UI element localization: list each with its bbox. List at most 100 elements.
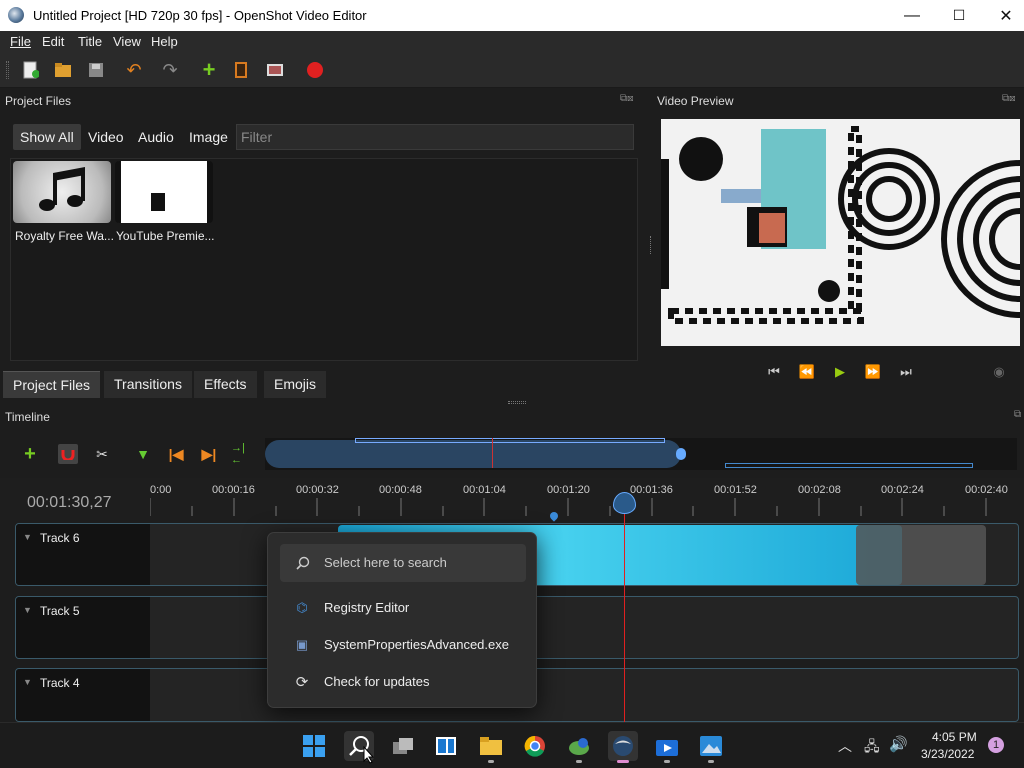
result-label: Registry Editor [324, 600, 410, 615]
file-label-audio: Royalty Free Wa... [15, 229, 114, 243]
menu-edit[interactable]: Edit [42, 34, 64, 49]
menu-bar: File Edit Title View Help [0, 31, 1024, 52]
network-icon[interactable]: 🖧 [864, 736, 880, 760]
overview-viewport[interactable] [265, 440, 681, 468]
add-track-icon[interactable]: + [20, 443, 40, 465]
project-files-list[interactable]: Royalty Free Wa... YouTube Premie... [10, 158, 638, 361]
search-popup: Select here to search ⌬ Registry Editor … [267, 532, 537, 708]
close-button[interactable]: ✕ [983, 0, 1024, 31]
video-preview-dock-buttons[interactable]: ⧉⊠ [1002, 93, 1016, 104]
clip-overlap[interactable] [856, 525, 986, 585]
chrome-icon[interactable] [520, 731, 550, 761]
overview-handle[interactable] [676, 448, 686, 460]
ruler-tick: 00:01:52 [714, 484, 757, 496]
ruler-tick: 00:00:16 [212, 484, 255, 496]
start-icon[interactable] [299, 731, 329, 761]
ruler-tick: 00:00:32 [296, 484, 339, 496]
video-app-icon[interactable] [652, 731, 682, 761]
filter-video[interactable]: Video [81, 124, 131, 150]
filter-show-all[interactable]: Show All [13, 124, 81, 150]
splitter-handle[interactable] [650, 236, 653, 254]
chevron-up-icon[interactable]: ︿ [838, 736, 852, 756]
file-thumbnail-audio[interactable] [13, 161, 111, 223]
project-files-dock-buttons[interactable]: ⧉⊠ [620, 93, 634, 104]
mouse-cursor-icon [363, 746, 375, 764]
playhead-handle[interactable] [613, 492, 636, 514]
new-project-icon[interactable] [21, 60, 41, 80]
timeline-dock-buttons[interactable]: ⧉ [1014, 409, 1021, 420]
openshot-icon[interactable] [608, 731, 638, 761]
play-button[interactable]: ▶ [830, 362, 850, 382]
menu-view[interactable]: View [113, 34, 141, 49]
task-view-icon[interactable] [388, 731, 418, 761]
add-marker-icon[interactable]: ▼ [133, 444, 153, 464]
file-label-video: YouTube Premie... [116, 229, 215, 243]
filter-image[interactable]: Image [182, 124, 235, 150]
save-project-icon[interactable] [86, 60, 106, 80]
clock-time[interactable]: 4:05 PM [932, 730, 977, 744]
razor-icon[interactable]: ✂ [92, 444, 112, 464]
timeline-overview[interactable] [265, 438, 1017, 470]
refresh-icon: ⟳ [295, 674, 309, 691]
menu-help[interactable]: Help [151, 34, 178, 49]
clock-date[interactable]: 3/23/2022 [921, 747, 974, 761]
result-label: SystemPropertiesAdvanced.exe [324, 637, 509, 652]
menu-title[interactable]: Title [78, 34, 102, 49]
ruler-tick: 00:02:08 [798, 484, 841, 496]
previous-marker-icon[interactable]: |◀ [166, 444, 186, 464]
track-name: Track 6 [40, 531, 80, 545]
open-project-icon[interactable] [53, 60, 73, 80]
result-registry-editor[interactable]: ⌬ Registry Editor [282, 593, 526, 623]
snapping-icon[interactable] [58, 444, 78, 464]
camera-icon[interactable]: ◉ [989, 362, 1009, 382]
running-indicator [664, 760, 670, 763]
jump-start-button[interactable]: ⏮ [764, 362, 784, 382]
tab-project-files[interactable]: Project Files [3, 371, 101, 398]
filter-audio[interactable]: Audio [131, 124, 181, 150]
title-bar: Untitled Project [HD 720p 30 fps] - Open… [0, 0, 1024, 31]
import-files-icon[interactable]: + [199, 57, 219, 82]
filter-input[interactable]: Filter [236, 124, 634, 150]
fast-forward-button[interactable]: ⏩ [863, 362, 883, 382]
active-indicator [617, 760, 629, 763]
search-box[interactable]: Select here to search [280, 544, 526, 582]
file-thumbnail-video[interactable] [115, 161, 213, 223]
ruler-tick: 00:00:48 [379, 484, 422, 496]
photos-icon[interactable] [696, 731, 726, 761]
next-marker-icon[interactable]: ▶| [199, 444, 219, 464]
export-video-icon[interactable] [305, 60, 325, 80]
tab-emojis[interactable]: Emojis [264, 371, 327, 398]
overview-clip [355, 438, 665, 443]
horizontal-splitter[interactable] [508, 401, 526, 404]
file-explorer-icon[interactable] [476, 731, 506, 761]
center-timeline-icon[interactable]: →|← [231, 442, 251, 466]
playhead-line [624, 498, 625, 722]
menu-file[interactable]: File [10, 34, 31, 49]
widgets-icon[interactable] [431, 731, 461, 761]
app-icon[interactable] [564, 731, 594, 761]
ruler-tick: 00:02:24 [881, 484, 924, 496]
main-toolbar: ↶ ↷ + [0, 52, 1024, 88]
ruler-tick: 0:00 [150, 484, 172, 496]
tab-effects[interactable]: Effects [194, 371, 257, 398]
project-files-header: Project Files [5, 94, 72, 108]
result-system-properties[interactable]: ▣ SystemPropertiesAdvanced.exe [282, 630, 526, 660]
ruler-tick: 00:01:20 [547, 484, 590, 496]
maximize-button[interactable]: ☐ [936, 0, 982, 31]
result-check-updates[interactable]: ⟳ Check for updates [282, 667, 526, 697]
running-indicator [576, 760, 582, 763]
ruler-tick: 00:01:04 [463, 484, 506, 496]
volume-icon[interactable]: 🔊 [889, 735, 908, 753]
overview-clip [725, 463, 973, 468]
fullscreen-icon[interactable] [265, 60, 285, 80]
notification-badge[interactable]: 1 [988, 737, 1004, 753]
track-header: ▼ Track 6 [16, 524, 150, 585]
jump-end-button[interactable]: ⏭ [896, 362, 916, 382]
undo-icon[interactable]: ↶ [124, 60, 144, 80]
minimize-button[interactable]: — [889, 0, 935, 31]
choose-profile-icon[interactable] [231, 60, 251, 80]
redo-icon[interactable]: ↷ [160, 60, 180, 80]
track-name: Track 5 [40, 604, 80, 618]
tab-transitions[interactable]: Transitions [104, 371, 192, 398]
rewind-button[interactable]: ⏪ [797, 362, 817, 382]
